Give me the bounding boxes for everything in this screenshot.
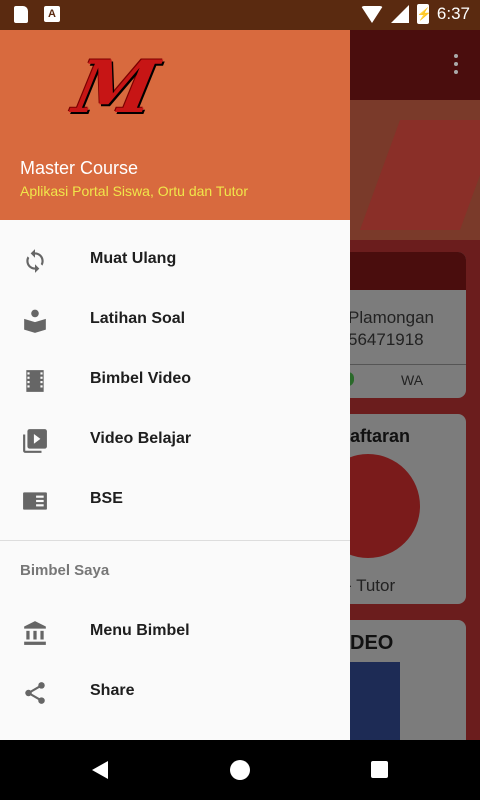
menu-label: BSE bbox=[90, 490, 123, 507]
registration-subtitle: - Tutor bbox=[346, 576, 396, 595]
signal-icon bbox=[390, 5, 409, 23]
navigation-drawer: M Master Course Aplikasi Portal Siswa, O… bbox=[0, 30, 350, 740]
drawer-header: M Master Course Aplikasi Portal Siswa, O… bbox=[0, 30, 350, 220]
home-icon[interactable] bbox=[230, 760, 250, 780]
registration-title: aftaran bbox=[350, 426, 411, 446]
contact-line2: 56471918 bbox=[348, 330, 424, 349]
menu-label: Muat Ulang bbox=[90, 250, 177, 267]
contact-line1: Plamongan bbox=[348, 308, 435, 327]
registration-card[interactable]: aftaran - Tutor bbox=[330, 414, 466, 604]
a-icon: A bbox=[44, 6, 60, 22]
bimbel-saya-menu: Menu Bimbel Share bbox=[0, 602, 350, 722]
menu-label: Latihan Soal bbox=[90, 310, 186, 327]
app-name: Master Course bbox=[20, 158, 139, 178]
video-library-icon bbox=[23, 429, 47, 453]
video-card-title: DEO bbox=[350, 632, 394, 654]
wifi-icon bbox=[360, 5, 383, 23]
contact-card[interactable]: Plamongan 56471918 WA bbox=[330, 252, 466, 398]
menu-label: Bimbel Video bbox=[90, 370, 192, 387]
bank-icon bbox=[24, 621, 46, 645]
menu-item-muat-ulang[interactable]: Muat Ulang bbox=[0, 230, 350, 290]
status-time: 6:37 bbox=[436, 4, 470, 23]
app-subtitle: Aplikasi Portal Siswa, Ortu dan Tutor bbox=[20, 183, 248, 199]
back-icon[interactable] bbox=[92, 761, 108, 779]
menu-label: Menu Bimbel bbox=[90, 622, 190, 639]
menu-item-menu-bimbel[interactable]: Menu Bimbel bbox=[0, 602, 350, 662]
book-reader-icon bbox=[24, 309, 46, 333]
menu-item-bse[interactable]: BSE bbox=[0, 470, 350, 530]
battery-icon: ⚡ bbox=[416, 4, 432, 24]
sd-card-icon bbox=[14, 6, 28, 23]
refresh-icon bbox=[26, 249, 44, 273]
book-icon bbox=[23, 492, 47, 510]
wa-button[interactable]: WA bbox=[401, 372, 423, 388]
film-icon bbox=[26, 370, 44, 392]
menu-item-video-belajar[interactable]: Video Belajar bbox=[0, 410, 350, 470]
share-icon bbox=[25, 682, 45, 704]
menu-item-latihan-soal[interactable]: Latihan Soal bbox=[0, 290, 350, 350]
menu-item-share[interactable]: Share bbox=[0, 662, 350, 722]
more-options-icon[interactable] bbox=[454, 54, 458, 78]
recent-apps-icon[interactable] bbox=[371, 761, 388, 778]
menu-item-bimbel-video[interactable]: Bimbel Video bbox=[0, 350, 350, 410]
video-card[interactable]: DEO bbox=[330, 620, 466, 750]
section-title-bimbel-saya: Bimbel Saya bbox=[20, 562, 110, 579]
drawer-menu: Muat Ulang Latihan Soal Bimbel Video Vid… bbox=[0, 230, 350, 530]
system-nav-bar bbox=[0, 740, 480, 800]
menu-label: Video Belajar bbox=[90, 430, 192, 447]
status-bar: A ⚡ 6:37 bbox=[0, 0, 480, 30]
menu-label: Share bbox=[90, 682, 135, 699]
menu-divider bbox=[0, 540, 350, 541]
app-logo: M bbox=[66, 44, 165, 129]
